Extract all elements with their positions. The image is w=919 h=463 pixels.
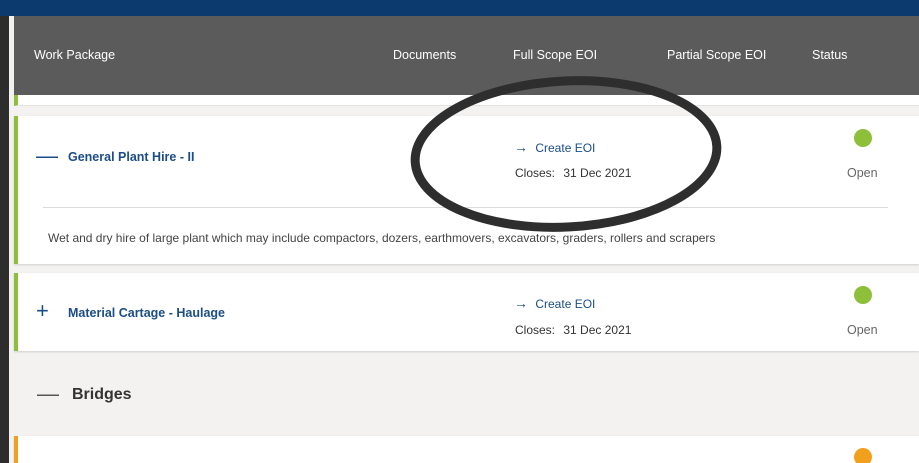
col-partial-scope: Partial Scope EOI — [667, 48, 767, 62]
package-title[interactable]: General Plant Hire - II — [68, 150, 194, 164]
expand-icon[interactable]: + — [36, 300, 49, 322]
status-dot — [854, 286, 872, 304]
create-eoi-label: Create EOI — [535, 297, 596, 311]
arrow-right-icon: → — [514, 295, 528, 311]
closes-value: 31 Dec 2021 — [563, 166, 632, 180]
table-header: Work Package Documents Full Scope EOI Pa… — [14, 16, 919, 95]
eoi-table-frame: Work Package Documents Full Scope EOI Pa… — [9, 16, 919, 463]
package-title[interactable]: Material Cartage - Haulage — [68, 306, 225, 320]
collapse-icon[interactable]: — — [36, 145, 58, 167]
create-eoi-label: Create EOI — [535, 141, 596, 155]
status-label: Open — [847, 323, 878, 337]
closes-label: Closes: — [515, 323, 556, 337]
col-work-package: Work Package — [34, 48, 116, 62]
status-dot — [854, 129, 872, 147]
section-title[interactable]: Bridges — [72, 386, 132, 404]
status-label: Open — [847, 166, 878, 180]
col-status: Status — [812, 48, 848, 62]
package-card: + Material Cartage - Haulage → Create EO… — [14, 273, 919, 351]
closes-value: 31 Dec 2021 — [563, 323, 632, 337]
col-full-scope: Full Scope EOI — [513, 48, 598, 62]
card-divider — [43, 207, 888, 208]
top-bar — [0, 0, 919, 16]
previous-package-card — [14, 95, 919, 106]
create-eoi-link[interactable]: → Create EOI — [514, 295, 595, 311]
collapse-section-icon[interactable]: — — [37, 383, 59, 405]
package-card — [14, 436, 919, 463]
closes-date: Closes: 31 Dec 2021 — [515, 166, 631, 180]
closes-date: Closes: 31 Dec 2021 — [515, 323, 631, 337]
create-eoi-link[interactable]: → Create EOI — [514, 139, 595, 155]
status-dot — [854, 448, 872, 463]
package-description: Wet and dry hire of large plant which ma… — [48, 231, 716, 245]
arrow-right-icon: → — [514, 139, 528, 155]
closes-label: Closes: — [515, 166, 556, 180]
col-documents: Documents — [393, 48, 457, 62]
package-card: — General Plant Hire - II → Create EOI C… — [14, 116, 919, 264]
